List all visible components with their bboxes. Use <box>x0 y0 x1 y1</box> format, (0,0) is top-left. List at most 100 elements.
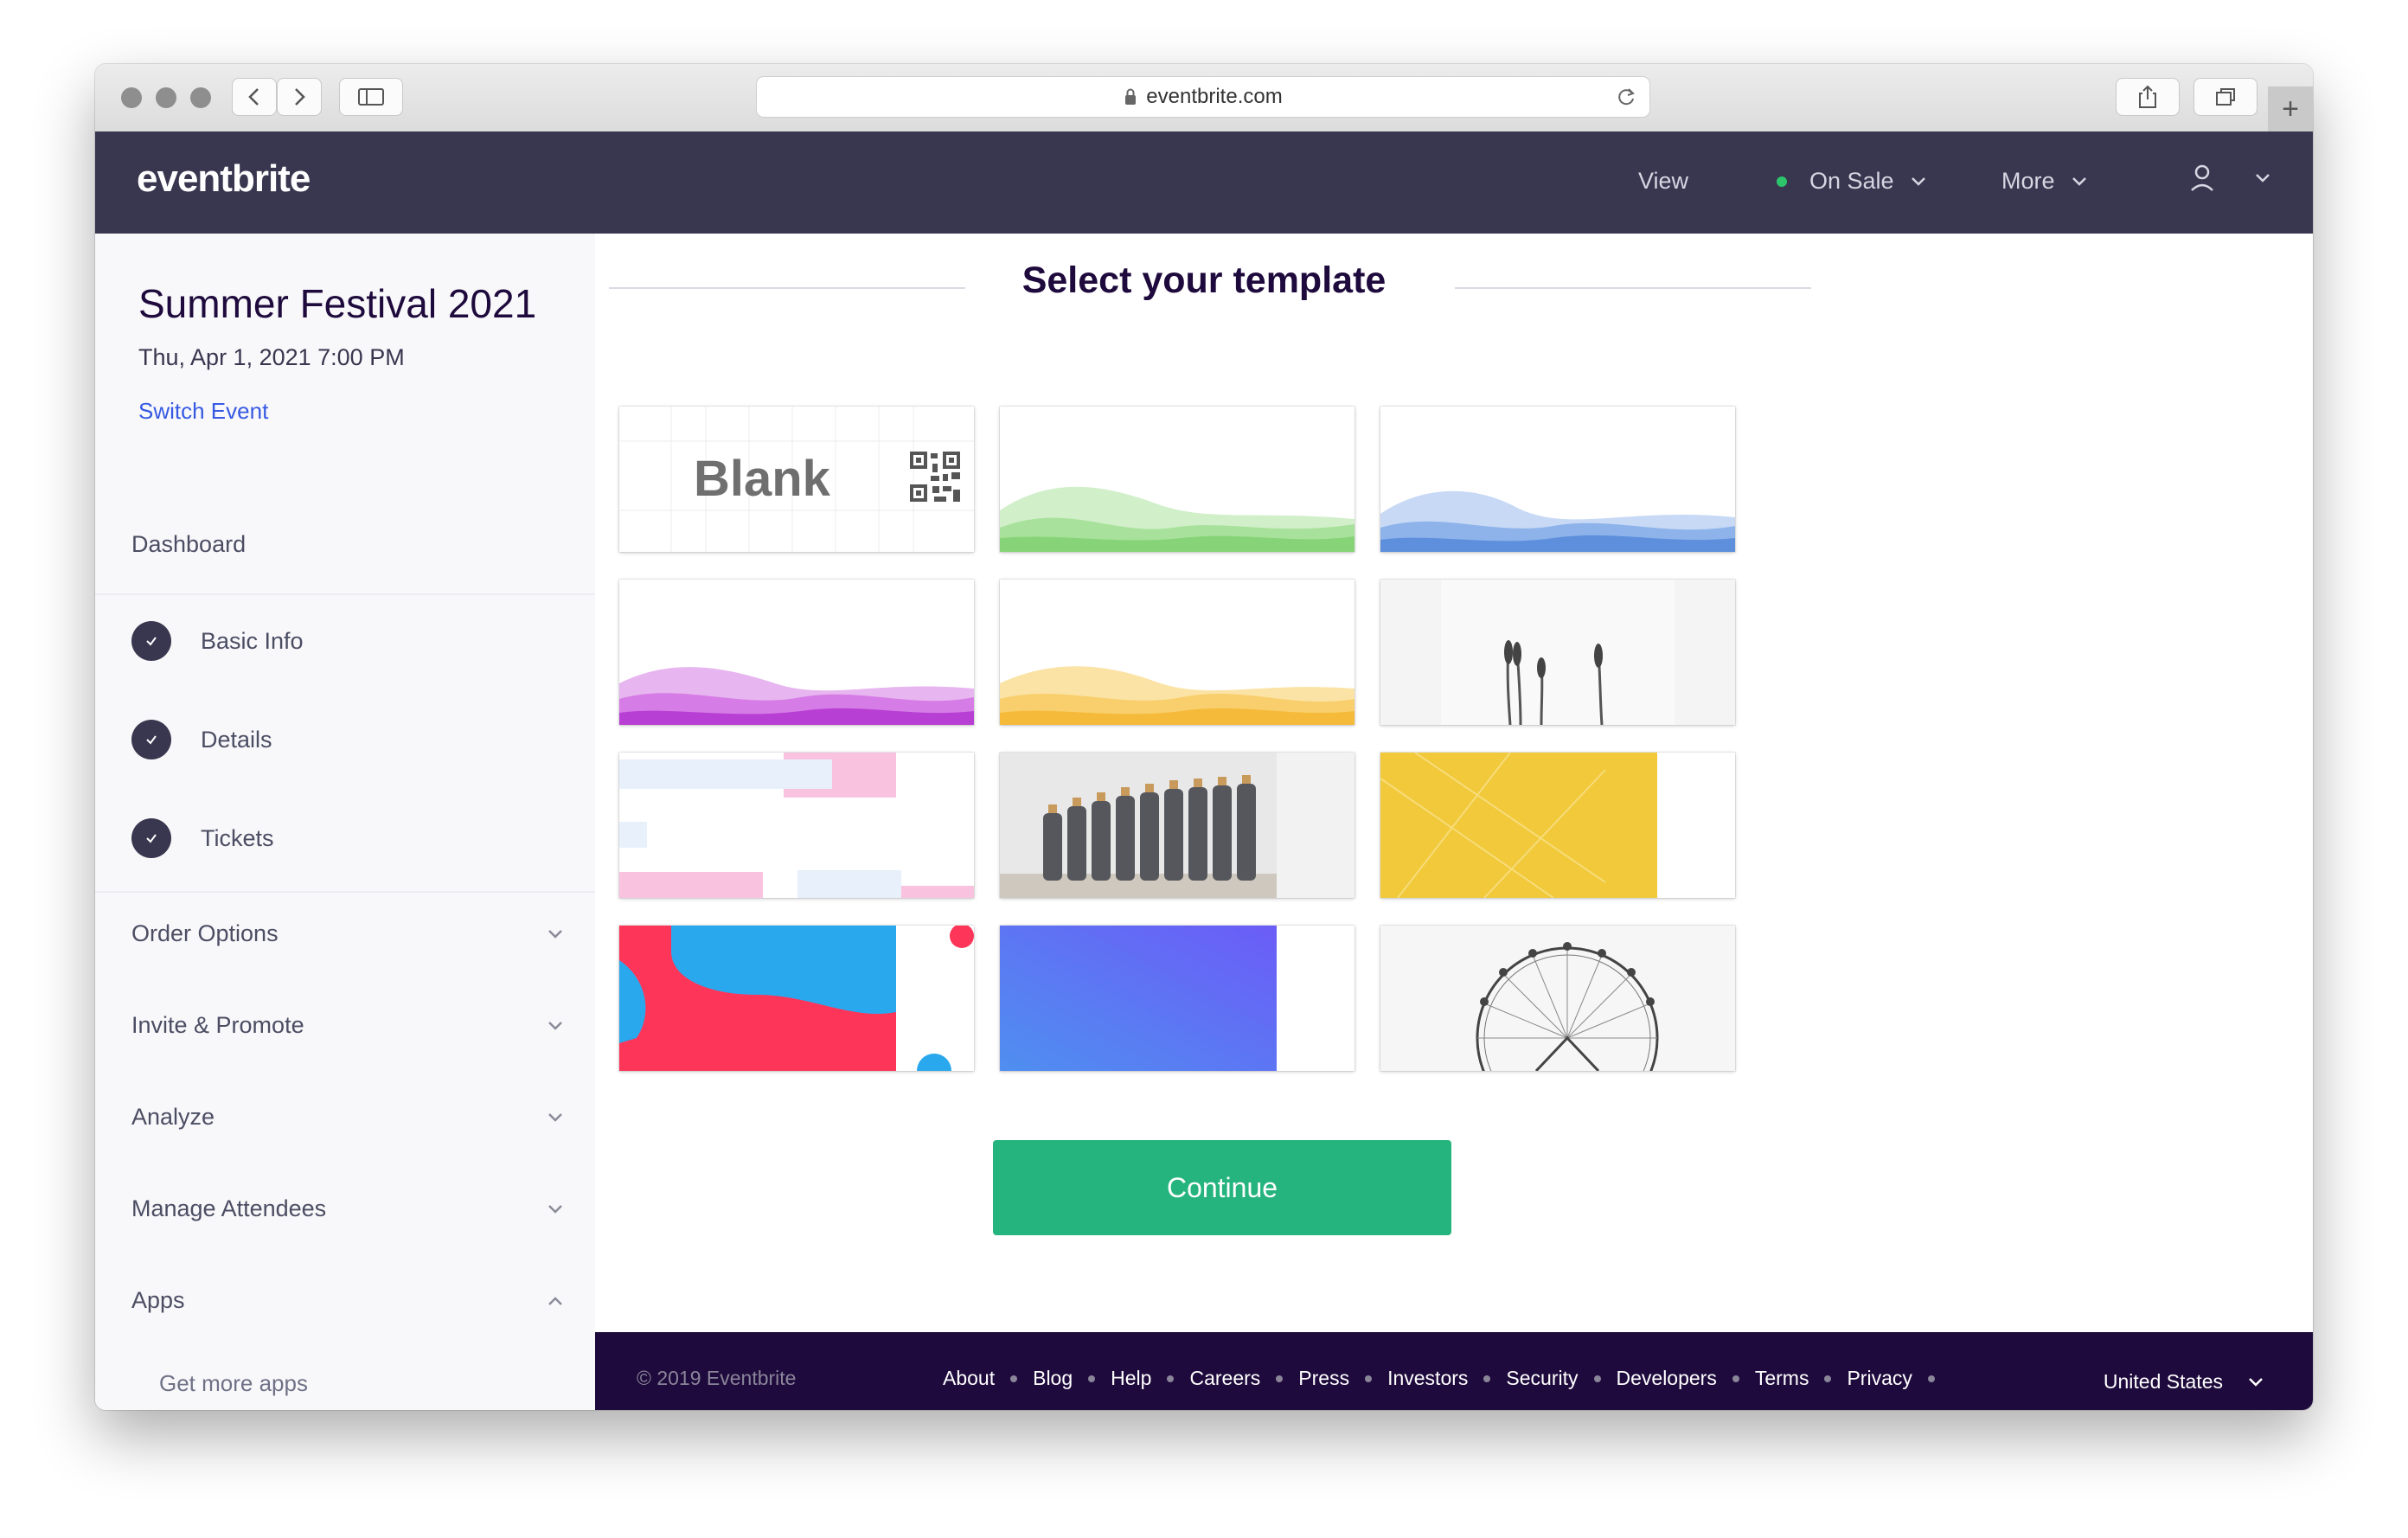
section-label: Apps <box>131 1287 185 1313</box>
view-link[interactable]: View <box>1638 168 1688 195</box>
section-label: Order Options <box>131 920 279 946</box>
sidebar-section-analyze[interactable]: Analyze <box>131 1104 564 1131</box>
template-card-ferris-wheel[interactable] <box>1380 926 1735 1071</box>
check-icon <box>131 621 171 661</box>
chevron-right-icon <box>295 88 305 106</box>
footer-separator <box>1167 1375 1175 1382</box>
template-card-gradient-blue[interactable] <box>1000 926 1354 1071</box>
blank-label: Blank <box>694 451 830 507</box>
template-card-purple-waves[interactable] <box>619 580 974 725</box>
switch-event-link[interactable]: Switch Event <box>138 398 268 425</box>
pastel-blocks-graphic <box>619 753 974 898</box>
status-dot-icon <box>1777 176 1787 187</box>
yellow-lines-graphic <box>1380 753 1657 898</box>
continue-button[interactable]: Continue <box>993 1140 1451 1235</box>
sidebar-step-basic-info[interactable]: Basic Info <box>131 621 304 661</box>
sidebar-toggle-button[interactable] <box>339 78 403 116</box>
gradient-blue-graphic <box>1000 926 1277 1071</box>
template-card-green-waves[interactable] <box>1000 407 1354 552</box>
sidebar-step-details[interactable]: Details <box>131 720 272 759</box>
more-label: More <box>2001 168 2055 194</box>
chevron-down-icon <box>1911 176 1925 186</box>
chevron-down-icon <box>548 929 562 939</box>
url-text: eventbrite.com <box>1146 85 1283 108</box>
chevron-down-icon <box>2256 174 2270 183</box>
status-label: On Sale <box>1809 168 1894 194</box>
template-card-blank[interactable]: Blank <box>619 407 974 552</box>
sidebar-section-apps[interactable]: Apps <box>131 1287 564 1314</box>
footer-link-privacy[interactable]: Privacy <box>1847 1367 1912 1390</box>
section-label: Analyze <box>131 1104 215 1130</box>
template-card-color-blobs[interactable] <box>619 926 974 1071</box>
section-label: Invite & Promote <box>131 1012 304 1038</box>
sidebar-section-invite-promote[interactable]: Invite & Promote <box>131 1012 564 1039</box>
footer-link-terms[interactable]: Terms <box>1755 1367 1809 1390</box>
footer-separator <box>1824 1375 1832 1382</box>
heading-rule-right <box>1455 287 1811 289</box>
sidebar-divider <box>95 593 595 595</box>
close-window-button[interactable] <box>121 87 142 108</box>
chevron-down-icon <box>548 1021 562 1030</box>
footer-link-help[interactable]: Help <box>1111 1367 1151 1390</box>
chevron-down-icon <box>548 1112 562 1122</box>
share-button[interactable] <box>2116 78 2180 116</box>
back-button[interactable] <box>232 78 277 116</box>
country-selector[interactable]: United States <box>2104 1370 2264 1394</box>
plus-icon: + <box>2282 92 2299 125</box>
footer-separator <box>1088 1375 1096 1382</box>
reload-icon[interactable] <box>1615 86 1637 108</box>
wheat-photo-graphic <box>1380 580 1735 725</box>
footer-link-press[interactable]: Press <box>1298 1367 1349 1390</box>
footer-link-investors[interactable]: Investors <box>1387 1367 1468 1390</box>
chevron-down-icon <box>2249 1377 2263 1387</box>
browser-toolbar: eventbrite.com + <box>95 64 2313 132</box>
step-label: Basic Info <box>201 627 304 654</box>
purple-waves-graphic <box>619 667 974 725</box>
chevron-left-icon <box>248 88 259 106</box>
tabs-icon <box>2216 88 2235 106</box>
template-picker: Select your template Blank Continue <box>595 234 2313 1410</box>
site-footer: © 2019 Eventbrite About Blog Help Career… <box>595 1332 2313 1410</box>
footer-link-careers[interactable]: Careers <box>1189 1367 1260 1390</box>
footer-link-about[interactable]: About <box>943 1367 995 1390</box>
sidebar-item-dashboard[interactable]: Dashboard <box>131 531 246 558</box>
footer-link-blog[interactable]: Blog <box>1033 1367 1073 1390</box>
event-title: Summer Festival 2021 <box>138 281 537 326</box>
chevron-up-icon <box>548 1296 562 1305</box>
chevron-down-icon <box>2072 176 2086 186</box>
new-tab-button[interactable]: + <box>2268 87 2313 131</box>
address-bar[interactable]: eventbrite.com <box>756 76 1650 118</box>
template-card-yellow-lines[interactable] <box>1380 753 1735 898</box>
get-more-apps-link[interactable]: Get more apps <box>159 1370 308 1397</box>
template-card-pastel-blocks[interactable] <box>619 753 974 898</box>
tabs-overview-button[interactable] <box>2193 78 2258 116</box>
lock-icon <box>1125 88 1137 105</box>
page-title: Select your template <box>1021 260 1387 301</box>
yellow-waves-graphic <box>1000 666 1354 725</box>
footer-link-security[interactable]: Security <box>1506 1367 1578 1390</box>
template-card-wheat-photo[interactable] <box>1380 580 1735 725</box>
footer-link-developers[interactable]: Developers <box>1617 1367 1717 1390</box>
sidebar-section-order-options[interactable]: Order Options <box>131 920 564 947</box>
forward-button[interactable] <box>277 78 322 116</box>
more-dropdown[interactable]: More <box>2001 168 2088 195</box>
eventbrite-logo[interactable]: eventbrite <box>137 157 311 201</box>
status-dropdown[interactable]: On Sale <box>1777 168 1927 195</box>
account-menu[interactable] <box>2188 163 2271 194</box>
sidebar-divider <box>95 891 595 893</box>
template-card-blue-waves[interactable] <box>1380 407 1735 552</box>
template-card-bottles-photo[interactable] <box>1000 753 1354 898</box>
ferris-wheel-graphic <box>1380 926 1735 1071</box>
zoom-window-button[interactable] <box>190 87 211 108</box>
browser-window: eventbrite.com + eventbrite View On Sale… <box>95 64 2313 1410</box>
chevron-down-icon <box>548 1204 562 1214</box>
event-sidebar: Summer Festival 2021 Thu, Apr 1, 2021 7:… <box>95 234 596 1410</box>
sidebar-step-tickets[interactable]: Tickets <box>131 818 274 858</box>
event-date: Thu, Apr 1, 2021 7:00 PM <box>138 344 405 370</box>
color-blobs-graphic <box>619 926 974 1071</box>
sidebar-section-manage-attendees[interactable]: Manage Attendees <box>131 1195 564 1222</box>
template-card-yellow-waves[interactable] <box>1000 580 1354 725</box>
minimize-window-button[interactable] <box>156 87 176 108</box>
check-icon <box>131 818 171 858</box>
step-label: Details <box>201 726 272 753</box>
